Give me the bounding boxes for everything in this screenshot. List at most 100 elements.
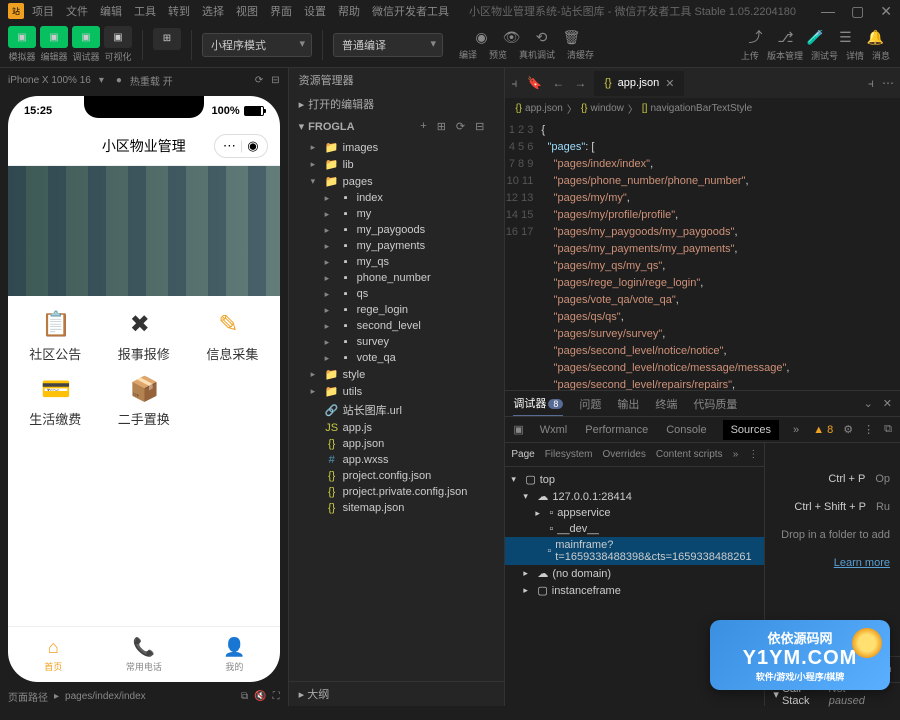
new-file-icon[interactable]: + bbox=[420, 120, 426, 133]
breadcrumb-1[interactable]: {} window bbox=[581, 103, 624, 114]
mode-select[interactable]: 小程序模式 bbox=[202, 33, 312, 57]
forward-icon[interactable]: → bbox=[574, 76, 586, 91]
copy-icon[interactable]: ⧉ bbox=[241, 691, 248, 702]
open-editors-section[interactable]: ▸打开的编辑器 bbox=[289, 92, 505, 116]
upload-icon[interactable]: ⤴ bbox=[746, 27, 764, 47]
editor-tab-appjson[interactable]: {} app.json ✕ bbox=[594, 71, 684, 96]
bookmark-icon[interactable]: 🔖 bbox=[527, 76, 542, 91]
tree-app.wxss[interactable]: #app.wxss bbox=[289, 452, 505, 468]
bottom-tab-调试器[interactable]: 调试器8 bbox=[513, 391, 563, 416]
devtools-tab-Wxml[interactable]: Wxml bbox=[538, 420, 570, 440]
tab-首页[interactable]: ⌂首页 bbox=[8, 627, 99, 682]
panel-close-icon[interactable]: ✕ bbox=[883, 397, 892, 410]
tree-pages[interactable]: ▾📁pages bbox=[289, 173, 505, 190]
mute-icon[interactable]: 🔇 bbox=[254, 691, 266, 702]
tree-rege_login[interactable]: ▸▪rege_login bbox=[289, 302, 505, 318]
grid-item-4[interactable]: 📦二手置换 bbox=[103, 375, 186, 428]
bottom-tab-输出[interactable]: 输出 bbox=[617, 392, 639, 416]
tree-my_payments[interactable]: ▸▪my_payments bbox=[289, 238, 505, 254]
split-icon[interactable]: ⫞ bbox=[511, 76, 517, 91]
menu-帮助[interactable]: 帮助 bbox=[338, 3, 360, 19]
remote-debug-icon[interactable]: ⟲ bbox=[533, 29, 551, 46]
menu-界面[interactable]: 界面 bbox=[270, 3, 292, 19]
menu-项目[interactable]: 项目 bbox=[32, 3, 54, 19]
menu-设置[interactable]: 设置 bbox=[304, 3, 326, 19]
bottom-tab-终端[interactable]: 终端 bbox=[655, 392, 677, 416]
grid-item-3[interactable]: 💳生活缴费 bbox=[14, 375, 97, 428]
subtab-more-icon[interactable]: » bbox=[733, 449, 739, 460]
tree-qs[interactable]: ▸▪qs bbox=[289, 286, 505, 302]
menu-工具[interactable]: 工具 bbox=[134, 3, 156, 19]
simulator-toggle[interactable]: ▣ bbox=[8, 26, 36, 48]
subtab-menu-icon[interactable]: ⋮ bbox=[748, 449, 758, 460]
menu-视图[interactable]: 视图 bbox=[236, 3, 258, 19]
tree-lib[interactable]: ▸📁lib bbox=[289, 156, 505, 173]
more-icon[interactable]: ⋯ bbox=[882, 76, 894, 91]
devtools-overflow-icon[interactable]: » bbox=[793, 424, 799, 436]
src-(no domain)[interactable]: ▸☁(no domain) bbox=[505, 565, 764, 582]
layout-icon[interactable]: ⊞ bbox=[153, 28, 181, 50]
tree-站长图库.url[interactable]: 🔗站长图库.url bbox=[289, 400, 505, 420]
tree-my_qs[interactable]: ▸▪my_qs bbox=[289, 254, 505, 270]
tree-utils[interactable]: ▸📁utils bbox=[289, 383, 505, 400]
panel-collapse-icon[interactable]: ⌄ bbox=[864, 397, 873, 410]
device-label[interactable]: iPhone X 100% 16 bbox=[8, 75, 91, 86]
learn-more-link[interactable]: Learn more bbox=[834, 557, 890, 569]
settings-icon[interactable]: ⚙ bbox=[843, 423, 853, 436]
grid-item-2[interactable]: ✎信息采集 bbox=[191, 310, 274, 363]
src-127.0.0.1:28414[interactable]: ▾☁127.0.0.1:28414 bbox=[505, 488, 764, 505]
subtab-Content scripts[interactable]: Content scripts bbox=[656, 449, 723, 460]
devtools-tab-Sources[interactable]: Sources bbox=[723, 420, 779, 440]
breadcrumb-0[interactable]: {} app.json bbox=[515, 103, 563, 114]
tree-index[interactable]: ▸▪index bbox=[289, 190, 505, 206]
outline-section[interactable]: ▸ 大纲 bbox=[289, 681, 505, 706]
src-appservice[interactable]: ▸▫appservice bbox=[505, 505, 764, 521]
tree-project.config.json[interactable]: {}project.config.json bbox=[289, 468, 505, 484]
dock-icon[interactable]: ⧉ bbox=[884, 423, 892, 436]
capsule-menu-icon[interactable]: ⋯ bbox=[223, 138, 236, 154]
expand-icon[interactable]: ⛶ bbox=[273, 691, 280, 702]
visual-toggle[interactable]: ▣ bbox=[104, 26, 132, 48]
menu-编辑[interactable]: 编辑 bbox=[100, 3, 122, 19]
collapse-icon[interactable]: ⊟ bbox=[475, 120, 484, 133]
split-editor-icon[interactable]: ⫞ bbox=[868, 76, 874, 91]
close-icon[interactable]: ✕ bbox=[880, 3, 892, 20]
menu-转到[interactable]: 转到 bbox=[168, 3, 190, 19]
tree-project.private.config.json[interactable]: {}project.private.config.json bbox=[289, 484, 505, 500]
maximize-icon[interactable]: ▢ bbox=[851, 3, 864, 20]
tree-my[interactable]: ▸▪my bbox=[289, 206, 505, 222]
message-icon[interactable]: 🔔 bbox=[866, 29, 884, 46]
sim-close-icon[interactable]: ⊟ bbox=[271, 75, 279, 86]
bottom-tab-代码质量[interactable]: 代码质量 bbox=[693, 392, 737, 416]
grid-item-1[interactable]: ✖报事报修 bbox=[103, 310, 186, 363]
tree-phone_number[interactable]: ▸▪phone_number bbox=[289, 270, 505, 286]
tree-app.json[interactable]: {}app.json bbox=[289, 436, 505, 452]
minimize-icon[interactable]: — bbox=[821, 3, 835, 20]
src-instanceframe[interactable]: ▸▢instanceframe bbox=[505, 582, 764, 599]
src-__dev__[interactable]: ▫__dev__ bbox=[505, 521, 764, 537]
devtools-tab-Console[interactable]: Console bbox=[664, 420, 708, 440]
tree-vote_qa[interactable]: ▸▪vote_qa bbox=[289, 350, 505, 366]
subtab-Page[interactable]: Page bbox=[511, 449, 534, 460]
compile-select[interactable]: 普通编译 bbox=[333, 33, 443, 57]
devtools-tab-Performance[interactable]: Performance bbox=[583, 420, 650, 440]
tab-close-icon[interactable]: ✕ bbox=[665, 77, 674, 90]
subtab-Filesystem[interactable]: Filesystem bbox=[545, 449, 593, 460]
refresh-icon[interactable]: ⟳ bbox=[456, 120, 465, 133]
src-mainframe?t=1659338488398&cts=1659338488261[interactable]: ▫mainframe?t=1659338488398&cts=165933848… bbox=[505, 537, 764, 565]
src-top[interactable]: ▾▢top bbox=[505, 471, 764, 488]
page-path[interactable]: pages/index/index bbox=[65, 691, 146, 702]
test-icon[interactable]: 🧪 bbox=[806, 29, 824, 46]
breadcrumb-2[interactable]: [] navigationBarTextStyle bbox=[642, 103, 752, 114]
devtools-more-icon[interactable]: ⋮ bbox=[863, 423, 874, 436]
tab-常用电话[interactable]: 📞常用电话 bbox=[99, 627, 190, 682]
tree-app.js[interactable]: JSapp.js bbox=[289, 420, 505, 436]
preview-icon[interactable]: 👁 bbox=[503, 29, 521, 46]
menu-选择[interactable]: 选择 bbox=[202, 3, 224, 19]
tree-style[interactable]: ▸📁style bbox=[289, 366, 505, 383]
details-icon[interactable]: ☰ bbox=[836, 29, 854, 46]
rotate-icon[interactable]: ⟳ bbox=[255, 75, 263, 86]
new-folder-icon[interactable]: ⊞ bbox=[437, 120, 446, 133]
menu-文件[interactable]: 文件 bbox=[66, 3, 88, 19]
grid-item-0[interactable]: 📋社区公告 bbox=[14, 310, 97, 363]
